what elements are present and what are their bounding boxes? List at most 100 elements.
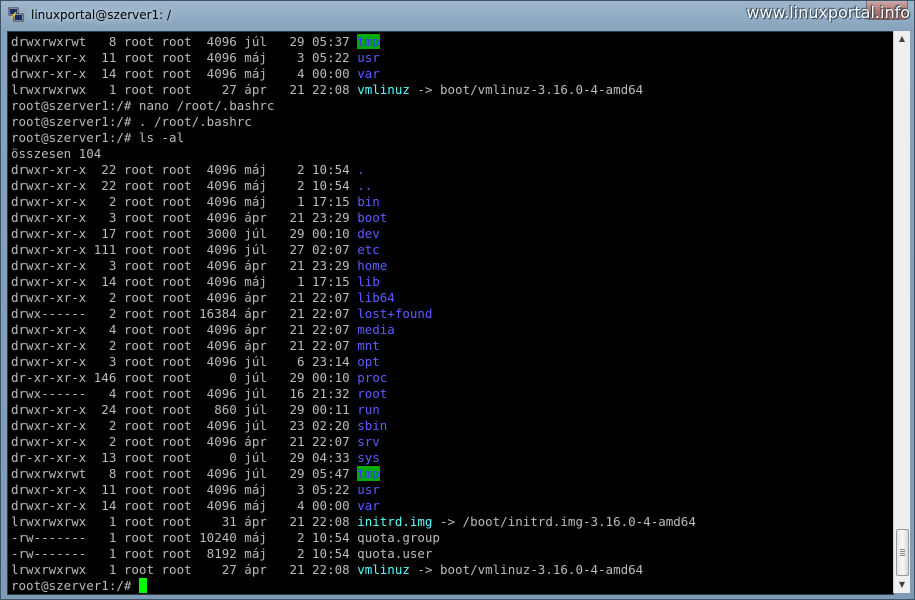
directory-name: media	[357, 322, 395, 337]
directory-name: etc	[357, 242, 380, 257]
terminal-line: drwxr-xr-x 3 root root 4096 júl 6 23:14 …	[11, 354, 696, 370]
terminal-output[interactable]: drwxrwxrwt 8 root root 4096 júl 29 05:37…	[7, 31, 894, 595]
vertical-scrollbar[interactable]: ▲ ▼	[893, 31, 910, 593]
terminal-line: drwxr-xr-x 17 root root 3000 júl 29 00:1…	[11, 226, 696, 242]
link-target: -> boot/vmlinuz-3.16.0-4-amd64	[409, 82, 644, 97]
line-text: -rw------- 1 root root 10240 máj 2 10:54…	[11, 530, 440, 545]
directory-name: ..	[357, 178, 373, 193]
terminal-line: drwxrwxrwt 8 root root 4096 júl 29 05:47…	[11, 466, 696, 482]
link-target: -> /boot/initrd.img-3.16.0-4-amd64	[432, 514, 696, 529]
terminal-line: drwxr-xr-x 2 root root 4096 ápr 21 22:07…	[11, 290, 696, 306]
terminal-line: drwxr-xr-x 14 root root 4096 máj 1 17:15…	[11, 274, 696, 290]
terminal-line: drwxr-xr-x 2 root root 4096 ápr 21 22:07…	[11, 338, 696, 354]
line-text: root@szerver1:/# . /root/.bashrc	[11, 114, 252, 129]
terminal-line: dr-xr-xr-x 146 root root 0 júl 29 00:10 …	[11, 370, 696, 386]
line-text: drwx------ 2 root root 16384 ápr 21 22:0…	[11, 306, 358, 321]
directory-name: sys	[357, 450, 380, 465]
line-text: drwxr-xr-x 17 root root 3000 júl 29 00:1…	[11, 226, 358, 241]
line-text: lrwxrwxrwx 1 root root 27 ápr 21 22:08	[11, 562, 358, 577]
line-text: drwxr-xr-x 3 root root 4096 júl 6 23:14	[11, 354, 358, 369]
terminal-lines: drwxrwxrwt 8 root root 4096 júl 29 05:37…	[11, 34, 696, 594]
terminal-line: összesen 104	[11, 146, 696, 162]
terminal-line: drwxr-xr-x 14 root root 4096 máj 4 00:00…	[11, 498, 696, 514]
directory-name: .	[357, 162, 365, 177]
line-text: dr-xr-xr-x 146 root root 0 júl 29 00:10	[11, 370, 358, 385]
line-text: drwxr-xr-x 4 root root 4096 ápr 21 22:07	[11, 322, 358, 337]
terminal-line: drwxr-xr-x 111 root root 4096 júl 27 02:…	[11, 242, 696, 258]
directory-name: usr	[357, 482, 380, 497]
terminal-line: dr-xr-xr-x 13 root root 0 júl 29 04:33 s…	[11, 450, 696, 466]
directory-name: var	[357, 66, 380, 81]
site-watermark: www.linuxportal.info	[746, 3, 910, 22]
terminal-line: drwxr-xr-x 2 root root 4096 júl 23 02:20…	[11, 418, 696, 434]
terminal-line: drwxr-xr-x 22 root root 4096 máj 2 10:54…	[11, 162, 696, 178]
line-text: drwxr-xr-x 14 root root 4096 máj 1 17:15	[11, 274, 358, 289]
line-text: drwxr-xr-x 2 root root 4096 ápr 21 22:07	[11, 338, 358, 353]
directory-name: boot	[357, 210, 388, 225]
line-text: dr-xr-xr-x 13 root root 0 júl 29 04:33	[11, 450, 358, 465]
line-text: drwxr-xr-x 3 root root 4096 ápr 21 23:29	[11, 210, 358, 225]
terminal-line: drwxr-xr-x 3 root root 4096 ápr 21 23:29…	[11, 258, 696, 274]
terminal-line: drwxrwxrwt 8 root root 4096 júl 29 05:37…	[11, 34, 696, 50]
directory-name: root	[357, 386, 388, 401]
terminal-line: drwxr-xr-x 11 root root 4096 máj 3 05:22…	[11, 50, 696, 66]
terminal-line: lrwxrwxrwx 1 root root 31 ápr 21 22:08 i…	[11, 514, 696, 530]
terminal-line: drwxr-xr-x 3 root root 4096 ápr 21 23:29…	[11, 210, 696, 226]
symlink-name: vmlinuz	[357, 82, 410, 97]
putty-icon[interactable]	[8, 7, 24, 23]
terminal-line: drwxr-xr-x 11 root root 4096 máj 3 05:22…	[11, 482, 696, 498]
line-text: lrwxrwxrwx 1 root root 27 ápr 21 22:08	[11, 82, 358, 97]
text-cursor	[138, 578, 147, 593]
terminal-line: lrwxrwxrwx 1 root root 27 ápr 21 22:08 v…	[11, 562, 696, 578]
line-text: root@szerver1:/# nano /root/.bashrc	[11, 98, 275, 113]
scroll-down-icon[interactable]: ▼	[894, 577, 910, 593]
line-text: drwxr-xr-x 11 root root 4096 máj 3 05:22	[11, 50, 358, 65]
directory-name: lib64	[357, 290, 395, 305]
line-text: összesen 104	[11, 146, 102, 161]
line-text: drwxr-xr-x 22 root root 4096 máj 2 10:54	[11, 178, 358, 193]
terminal-line: drwxr-xr-x 4 root root 4096 ápr 21 22:07…	[11, 322, 696, 338]
terminal-line: -rw------- 1 root root 10240 máj 2 10:54…	[11, 530, 696, 546]
terminal-line: root@szerver1:/# . /root/.bashrc	[11, 114, 696, 130]
terminal-line: root@szerver1:/# nano /root/.bashrc	[11, 98, 696, 114]
directory-name: opt	[357, 354, 380, 369]
terminal-window: linuxportal@szerver1: / www.linuxportal.…	[0, 0, 915, 600]
directory-name: mnt	[357, 338, 380, 353]
directory-name: bin	[357, 194, 380, 209]
shell-prompt: root@szerver1:/#	[11, 578, 139, 593]
terminal-line: drwxr-xr-x 14 root root 4096 máj 4 00:00…	[11, 66, 696, 82]
directory-name: home	[357, 258, 388, 273]
symlink-name: initrd.img	[357, 514, 433, 529]
prompt-line[interactable]: root@szerver1:/#	[11, 578, 696, 594]
directory-name: dev	[357, 226, 380, 241]
terminal-line: drwxr-xr-x 22 root root 4096 máj 2 10:54…	[11, 178, 696, 194]
directory-name: lib	[357, 274, 380, 289]
line-text: drwxrwxrwt 8 root root 4096 júl 29 05:47	[11, 466, 358, 481]
line-text: drwx------ 4 root root 4096 júl 16 21:32	[11, 386, 358, 401]
directory-name: usr	[357, 50, 380, 65]
terminal-line: drwxr-xr-x 2 root root 4096 ápr 21 22:07…	[11, 434, 696, 450]
scrollbar-thumb[interactable]	[896, 529, 909, 576]
line-text: drwxr-xr-x 2 root root 4096 máj 1 17:15	[11, 194, 358, 209]
line-text: drwxr-xr-x 3 root root 4096 ápr 21 23:29	[11, 258, 358, 273]
window-title: linuxportal@szerver1: /	[31, 8, 172, 22]
symlink-name: vmlinuz	[357, 562, 410, 577]
directory-name: tmp	[357, 466, 380, 481]
directory-name: lost+found	[357, 306, 433, 321]
line-text: drwxrwxrwt 8 root root 4096 júl 29 05:37	[11, 34, 358, 49]
line-text: drwxr-xr-x 14 root root 4096 máj 4 00:00	[11, 498, 358, 513]
line-text: drwxr-xr-x 11 root root 4096 máj 3 05:22	[11, 482, 358, 497]
terminal-line: -rw------- 1 root root 8192 máj 2 10:54 …	[11, 546, 696, 562]
line-text: drwxr-xr-x 2 root root 4096 ápr 21 22:07	[11, 434, 358, 449]
directory-name: sbin	[357, 418, 388, 433]
terminal-line: root@szerver1:/# ls -al	[11, 130, 696, 146]
scroll-up-icon[interactable]: ▲	[894, 31, 910, 47]
line-text: drwxr-xr-x 2 root root 4096 ápr 21 22:07	[11, 290, 358, 305]
terminal-line: lrwxrwxrwx 1 root root 27 ápr 21 22:08 v…	[11, 82, 696, 98]
title-bar[interactable]: linuxportal@szerver1: / www.linuxportal.…	[1, 1, 914, 31]
terminal-line: drwx------ 2 root root 16384 ápr 21 22:0…	[11, 306, 696, 322]
directory-name: proc	[357, 370, 388, 385]
directory-name: run	[357, 402, 380, 417]
directory-name: srv	[357, 434, 380, 449]
terminal-line: drwxr-xr-x 24 root root 860 júl 29 00:11…	[11, 402, 696, 418]
